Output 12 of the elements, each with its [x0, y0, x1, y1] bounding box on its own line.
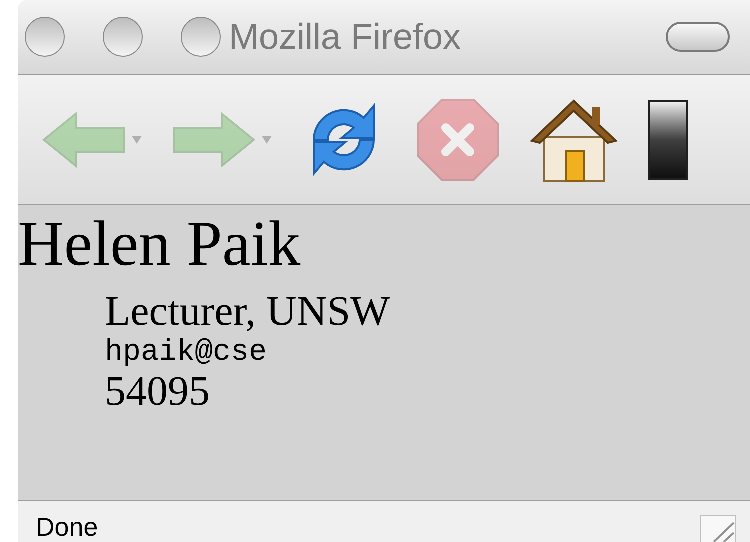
close-button[interactable]	[25, 17, 65, 57]
contact-line: Lecturer, UNSW	[105, 289, 390, 335]
contact-line: hpaik@cse	[105, 335, 268, 371]
window-title: Mozilla Firefox	[229, 15, 462, 59]
minimize-button[interactable]	[103, 17, 143, 57]
toolbar-toggle-button[interactable]	[666, 22, 730, 52]
status-text: Done	[36, 511, 98, 542]
contact-line: 54095	[105, 371, 210, 413]
resize-grip-icon[interactable]	[700, 514, 736, 542]
zoom-button[interactable]	[181, 17, 221, 57]
page-heading: Helen Paik	[18, 211, 301, 277]
toolbar-icon[interactable]	[648, 100, 688, 180]
